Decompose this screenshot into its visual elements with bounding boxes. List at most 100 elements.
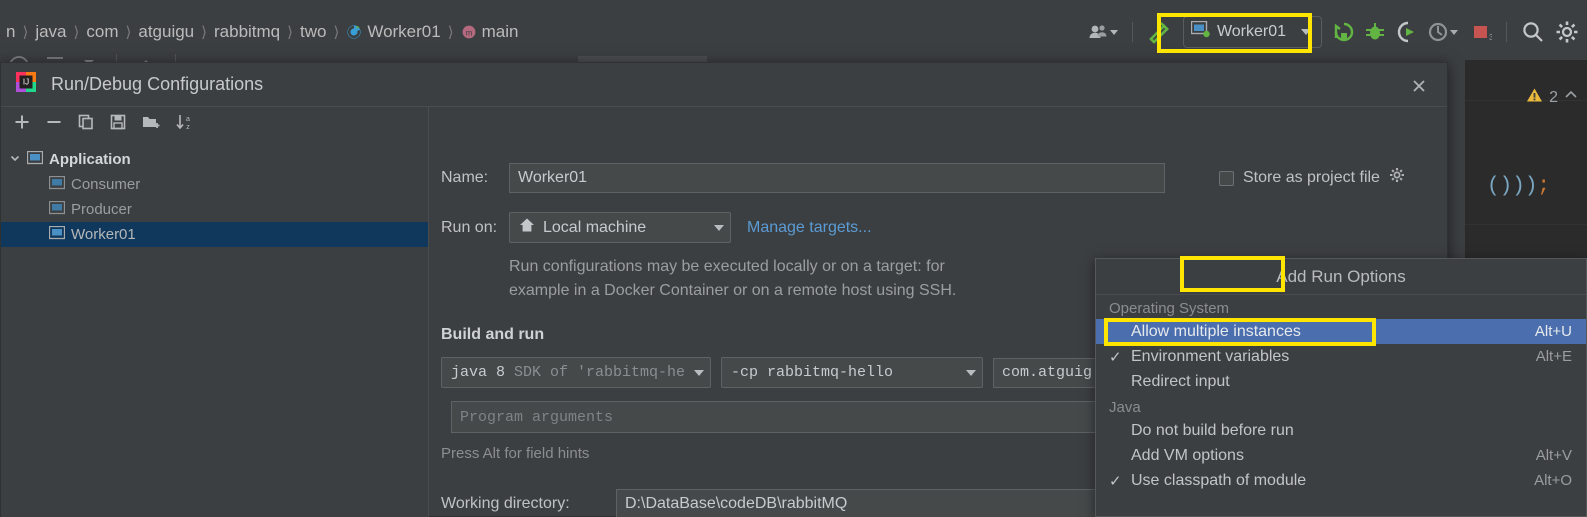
debug-button[interactable] — [1364, 21, 1386, 43]
application-config-icon — [48, 200, 66, 219]
breadcrumb-separator-icon: ⟩ — [22, 24, 29, 41]
inspection-status[interactable]: 2 — [1526, 87, 1578, 108]
remove-icon[interactable] — [45, 113, 63, 136]
add-run-options-popup: Add Run Options Operating System Allow m… — [1095, 258, 1587, 517]
breadcrumb-separator-icon: ⟩ — [125, 24, 132, 41]
folder-add-icon[interactable] — [141, 113, 161, 136]
run-on-target-combo[interactable]: Local machine — [509, 212, 731, 243]
menu-item-label: Use classpath of module — [1131, 471, 1307, 489]
popup-title: Add Run Options — [1096, 259, 1586, 295]
profiler-button[interactable] — [1428, 21, 1460, 43]
svg-text:3: 3 — [1489, 33, 1492, 42]
java-class-icon — [346, 24, 362, 40]
breadcrumb-item-method[interactable]: m main — [455, 22, 525, 42]
stop-button[interactable]: 3 — [1470, 21, 1492, 43]
close-icon[interactable] — [1409, 76, 1429, 96]
chevron-down-icon — [966, 369, 976, 376]
menu-item-use-classpath-of-module[interactable]: ✓ Use classpath of module Alt+O — [1096, 468, 1586, 493]
breadcrumb-item-class[interactable]: Worker01 — [340, 22, 446, 42]
menu-item-redirect-input[interactable]: Redirect input — [1096, 369, 1586, 394]
classpath-value: -cp rabbitmq-hello — [731, 364, 894, 381]
build-and-run-label: Build and run — [441, 326, 545, 343]
description-line-2: example in a Docker Container or on a re… — [509, 282, 957, 299]
chevron-down-icon — [694, 369, 704, 376]
menu-item-add-vm-options[interactable]: Add VM options Alt+V — [1096, 443, 1586, 468]
chevron-up-icon[interactable] — [1564, 88, 1578, 107]
program-arguments-input[interactable]: Program arguments — [451, 401, 1111, 433]
breadcrumb-item[interactable]: n — [0, 22, 21, 42]
menu-item-shortcut: Alt+E — [1535, 348, 1572, 365]
warning-icon — [1526, 87, 1543, 108]
breadcrumb-item[interactable]: java — [29, 22, 72, 42]
menu-item-shortcut: Alt+O — [1534, 472, 1572, 489]
run-button[interactable] — [1332, 21, 1354, 43]
manage-targets-link[interactable]: Manage targets... — [747, 219, 872, 237]
run-on-label: Run on: — [441, 218, 498, 236]
menu-item-label: Allow multiple instances — [1131, 322, 1301, 340]
add-icon[interactable] — [13, 113, 31, 136]
store-as-project-file-checkbox[interactable] — [1219, 170, 1234, 186]
classpath-module-combo[interactable]: -cp rabbitmq-hello — [721, 357, 983, 388]
store-as-project-file-row: Store as project file — [1219, 167, 1406, 189]
svg-text:m: m — [465, 29, 472, 38]
run-with-coverage-button[interactable] — [1396, 21, 1418, 43]
application-config-icon — [48, 175, 66, 194]
menu-item-allow-multiple-instances[interactable]: Allow multiple instances Alt+U — [1096, 319, 1586, 344]
breadcrumb-item[interactable]: com — [80, 22, 124, 42]
working-directory-label: Working directory: — [441, 495, 570, 512]
menu-item-shortcut: Alt+U — [1534, 323, 1572, 340]
field-hints-label: Press Alt for field hints — [441, 445, 590, 462]
tree-node-worker01[interactable]: Worker01 — [1, 222, 428, 247]
application-config-icon — [26, 150, 44, 169]
breadcrumb-item[interactable]: atguigu — [132, 22, 200, 42]
menu-item-label: Redirect input — [1131, 372, 1230, 390]
tree-node-consumer[interactable]: Consumer — [1, 172, 428, 197]
store-as-project-file-label: Store as project file — [1243, 169, 1380, 186]
checkmark-icon: ✓ — [1109, 348, 1122, 366]
editor-divider — [1465, 224, 1587, 225]
configurations-tree-pane: az Application Consumer Producer Worker0… — [1, 107, 429, 517]
jdk-selector-combo[interactable]: java 8 SDK of 'rabbitmq-he — [441, 357, 711, 388]
build-hammer-icon[interactable] — [1147, 20, 1173, 44]
chevron-down-icon[interactable] — [9, 151, 21, 168]
breadcrumb-separator-icon: ⟩ — [333, 24, 340, 41]
checkmark-icon: ✓ — [1109, 472, 1122, 490]
local-machine-home-icon — [519, 217, 535, 238]
sort-alphabetically-icon[interactable]: az — [175, 113, 195, 136]
dialog-title: Run/Debug Configurations — [51, 74, 264, 94]
tree-node-producer[interactable]: Producer — [1, 197, 428, 222]
copy-icon[interactable] — [77, 113, 95, 136]
tree-node-label: Producer — [71, 201, 132, 218]
run-on-row: Run on: Local machine Manage targets... — [441, 212, 872, 243]
user-accounts-button[interactable] — [1088, 22, 1118, 42]
save-icon[interactable] — [109, 113, 127, 136]
breadcrumb-item[interactable]: rabbitmq — [208, 22, 286, 42]
application-config-icon — [48, 225, 66, 244]
description-line-1: Run configurations may be executed local… — [509, 258, 945, 275]
menu-item-do-not-build-before-run[interactable]: Do not build before run — [1096, 418, 1586, 443]
method-icon: m — [461, 24, 477, 40]
run-on-description: Run configurations may be executed local… — [509, 255, 1129, 303]
menu-item-shortcut: Alt+V — [1535, 447, 1572, 464]
name-input[interactable]: Worker01 — [509, 163, 1165, 193]
tree-node-label: Application — [49, 151, 131, 168]
chevron-down-icon — [1301, 29, 1311, 35]
search-icon[interactable] — [1521, 20, 1545, 44]
menu-item-environment-variables[interactable]: ✓ Environment variables Alt+E — [1096, 344, 1586, 369]
run-configuration-selector[interactable]: Worker01 — [1182, 16, 1322, 48]
code-fragment: ())); — [1487, 175, 1551, 198]
popup-group-java: Java — [1109, 399, 1141, 416]
tree-node-label: Consumer — [71, 176, 141, 193]
name-label: Name: — [441, 169, 489, 186]
svg-text:a: a — [186, 116, 190, 123]
gear-icon[interactable] — [1389, 167, 1406, 189]
working-directory-input[interactable]: D:\DataBase\codeDB\rabbitMQ — [616, 489, 1166, 517]
toolbar-separator — [1131, 22, 1133, 42]
settings-gear-icon[interactable] — [1555, 20, 1579, 44]
tree-toolbar: az — [1, 107, 428, 141]
configurations-tree: Application Consumer Producer Worker01 — [1, 141, 428, 247]
menu-item-label: Do not build before run — [1131, 421, 1294, 439]
breadcrumb-class-label: Worker01 — [367, 22, 441, 41]
tree-node-application[interactable]: Application — [1, 147, 428, 172]
breadcrumb-item[interactable]: two — [294, 22, 332, 42]
